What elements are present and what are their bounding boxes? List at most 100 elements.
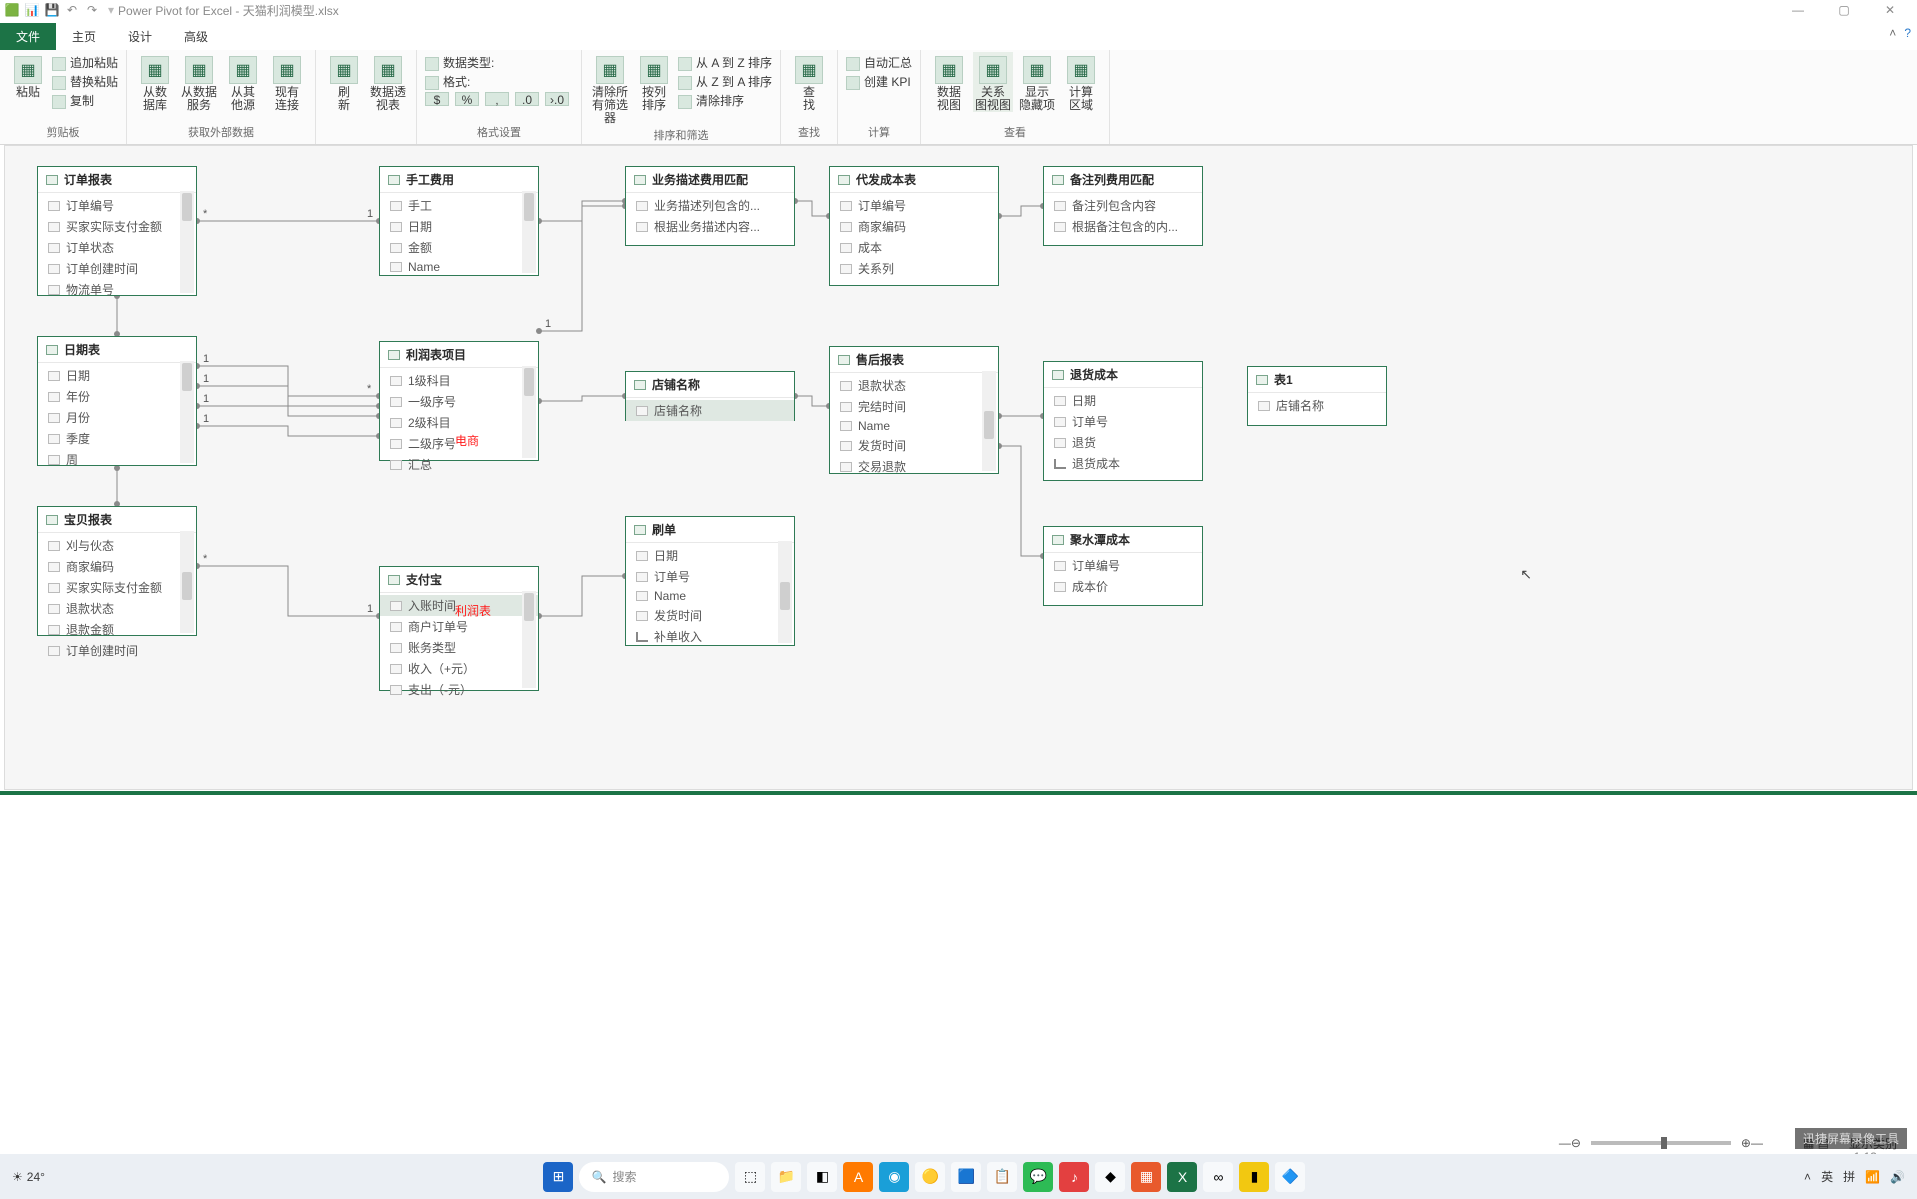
undo-icon[interactable]: ↶	[64, 2, 80, 18]
ribbon-clear-button[interactable]: ▦清除所有筛选器	[590, 52, 630, 125]
ribbon-small-item[interactable]: 清除排序	[678, 92, 772, 109]
table-t11[interactable]: 售后报表退款状态完结时间Name发货时间交易退款	[829, 346, 999, 474]
table-header[interactable]: 利润表项目	[380, 342, 538, 368]
table-column[interactable]: 2级科目	[380, 412, 538, 433]
table-column[interactable]: 订单号	[626, 566, 794, 587]
app-icon-5[interactable]: ◆	[1095, 1162, 1125, 1192]
table-t10[interactable]: 代发成本表订单编号商家编码成本关系列	[829, 166, 999, 286]
ribbon-calc-button[interactable]: ▦计算区域	[1061, 52, 1101, 112]
table-t7[interactable]: 业务描述费用匹配业务描述列包含的...根据业务描述内容...	[625, 166, 795, 246]
table-column[interactable]: 退货	[1044, 432, 1202, 453]
table-column[interactable]: 日期	[380, 216, 538, 237]
close-button[interactable]: ✕	[1867, 0, 1913, 20]
minimize-button[interactable]: —	[1775, 0, 1821, 20]
table-t4[interactable]: 手工费用手工日期金额Name	[379, 166, 539, 276]
help-icon[interactable]: ?	[1904, 26, 1911, 40]
taskbar-search[interactable]: 🔍 搜索	[579, 1162, 729, 1192]
ribbon-hidden-button[interactable]: ▦显示隐藏项	[1017, 52, 1057, 112]
table-column[interactable]: 1级科目	[380, 370, 538, 391]
scrollbar[interactable]	[982, 371, 996, 471]
table-column[interactable]: 买家实际支付金额	[38, 577, 196, 598]
table-measure[interactable]: 退货成本	[1044, 453, 1202, 474]
table-column[interactable]: 备注列包含内容	[1044, 195, 1202, 216]
scrollbar[interactable]	[522, 366, 536, 458]
format-mini-button[interactable]: $	[425, 92, 449, 106]
table-column[interactable]: 订单编号	[38, 195, 196, 216]
tab-advanced[interactable]: 高级	[168, 23, 224, 50]
system-tray[interactable]: ˄ 英 拼 📶 🔊	[1804, 1168, 1905, 1185]
table-column[interactable]: 买家实际支付金额	[38, 216, 196, 237]
table-column[interactable]: 退款状态	[38, 598, 196, 619]
ribbon-small-item[interactable]: 替换粘贴	[52, 73, 118, 90]
ribbon-pivot-button[interactable]: ▦数据透视表	[368, 52, 408, 112]
table-header[interactable]: 支付宝	[380, 567, 538, 593]
ribbon-small-item[interactable]: 追加粘贴	[52, 54, 118, 71]
app-icon-1[interactable]: ◧	[807, 1162, 837, 1192]
ribbon-small-item[interactable]: 从 A 到 Z 排序	[678, 54, 772, 71]
table-column[interactable]: 发货时间	[830, 435, 998, 456]
table-column[interactable]: 入账时间	[380, 595, 538, 616]
table-column[interactable]: 商家编码	[38, 556, 196, 577]
wifi-icon[interactable]: 📶	[1865, 1170, 1880, 1184]
table-column[interactable]: 支出（-元）	[380, 679, 538, 700]
table-header[interactable]: 退货成本	[1044, 362, 1202, 388]
ime-indicator-1[interactable]: 英	[1821, 1168, 1833, 1185]
table-t5[interactable]: 利润表项目1级科目一级序号2级科目二级序号汇总	[379, 341, 539, 461]
save-icon[interactable]: 💾	[44, 2, 60, 18]
redo-icon[interactable]: ↷	[84, 2, 100, 18]
weather-widget[interactable]: ☀ 24°	[12, 1170, 45, 1184]
table-column[interactable]: 退款状态	[830, 375, 998, 396]
ribbon-sortcol-button[interactable]: ▦按列排序	[634, 52, 674, 112]
table-column[interactable]: 季度	[38, 428, 196, 449]
tab-file[interactable]: 文件	[0, 23, 56, 50]
collapse-ribbon-icon[interactable]: ˄	[1889, 26, 1896, 40]
ribbon-dataview-button[interactable]: ▦数据视图	[929, 52, 969, 112]
explorer-icon[interactable]: 📁	[771, 1162, 801, 1192]
powerbi-icon[interactable]: ▮	[1239, 1162, 1269, 1192]
table-column[interactable]: 订单编号	[830, 195, 998, 216]
ribbon-small-item[interactable]: 自动汇总	[846, 54, 912, 71]
table-header[interactable]: 手工费用	[380, 167, 538, 193]
table-t1[interactable]: 订单报表订单编号买家实际支付金额订单状态订单创建时间物流单号	[37, 166, 197, 296]
volume-icon[interactable]: 🔊	[1890, 1170, 1905, 1184]
table-column[interactable]: 账务类型	[380, 637, 538, 658]
table-header[interactable]: 备注列费用匹配	[1044, 167, 1202, 193]
table-column[interactable]: 金额	[380, 237, 538, 258]
scrollbar[interactable]	[522, 591, 536, 688]
table-column[interactable]: 日期	[626, 545, 794, 566]
edge-icon[interactable]: ◉	[879, 1162, 909, 1192]
table-column[interactable]: 订单创建时间	[38, 640, 196, 661]
app-icon-3[interactable]: 🟦	[951, 1162, 981, 1192]
table-column[interactable]: 日期	[1044, 390, 1202, 411]
app-icon-7[interactable]: ∞	[1203, 1162, 1233, 1192]
zoom-out-icon[interactable]: —⊖	[1559, 1136, 1581, 1150]
scrollbar[interactable]	[522, 191, 536, 273]
ribbon-refresh-button[interactable]: ▦刷新	[324, 52, 364, 112]
table-header[interactable]: 宝贝报表	[38, 507, 196, 533]
table-column[interactable]: 成本价	[1044, 576, 1202, 597]
table-header[interactable]: 代发成本表	[830, 167, 998, 193]
table-column[interactable]: 订单创建时间	[38, 258, 196, 279]
tray-chevron-icon[interactable]: ˄	[1804, 1170, 1811, 1184]
ribbon-db-button[interactable]: ▦从数据库	[135, 52, 175, 112]
ribbon-small-item[interactable]: 格式:	[425, 73, 573, 90]
ribbon-find-button[interactable]: ▦查找	[789, 52, 829, 112]
table-column[interactable]: 收入（+元）	[380, 658, 538, 679]
table-column[interactable]: 根据备注包含的内...	[1044, 216, 1202, 237]
table-column[interactable]: 关系列	[830, 258, 998, 279]
diagram-canvas[interactable]: 1*111*1*11 订单报表订单编号买家实际支付金额订单状态订单创建时间物流单…	[4, 145, 1913, 790]
zoom-slider[interactable]	[1591, 1141, 1731, 1145]
table-t6[interactable]: 支付宝入账时间商户订单号账务类型收入（+元）支出（-元）	[379, 566, 539, 691]
scrollbar[interactable]	[180, 531, 194, 633]
format-mini-button[interactable]: %	[455, 92, 479, 106]
table-column[interactable]: Name	[830, 417, 998, 435]
ribbon-small-item[interactable]: 创建 KPI	[846, 73, 912, 90]
ribbon-svc-button[interactable]: ▦从数据服务	[179, 52, 219, 112]
table-column[interactable]: 周	[38, 449, 196, 470]
table-column[interactable]: 物流单号	[38, 279, 196, 300]
table-column[interactable]: 店铺名称	[1248, 395, 1386, 416]
table-column[interactable]: 商户订单号	[380, 616, 538, 637]
table-column[interactable]: Name	[626, 587, 794, 605]
table-header[interactable]: 订单报表	[38, 167, 196, 193]
table-t9[interactable]: 刷单日期订单号Name发货时间补单收入	[625, 516, 795, 646]
